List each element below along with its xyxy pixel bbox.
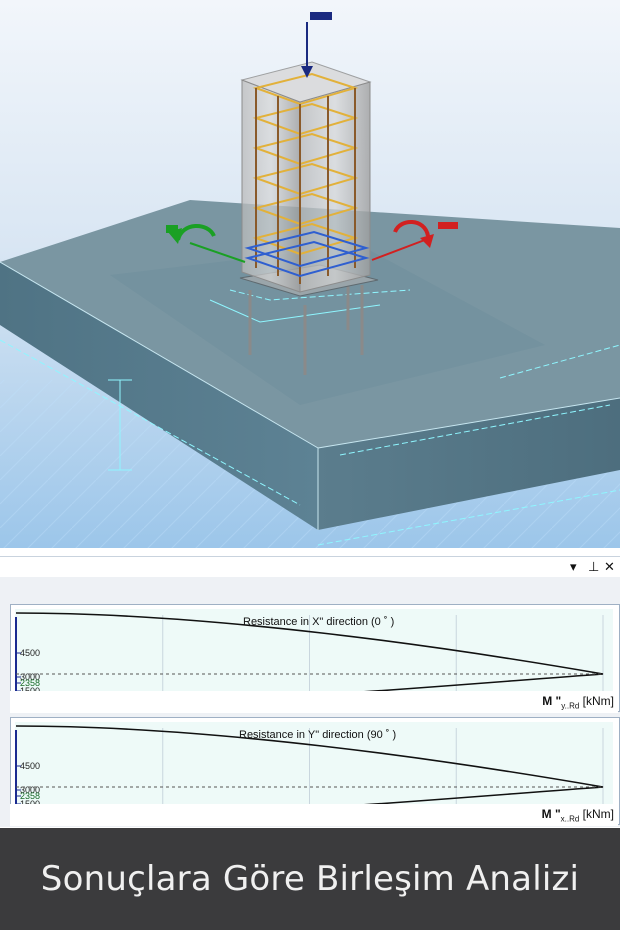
axis-label-unit: [kNm]	[582, 694, 614, 708]
dropdown-icon[interactable]: ▾	[570, 558, 577, 576]
axis-label: M "x..Rd [kNm]	[542, 807, 614, 823]
pin-icon[interactable]: ⊥	[588, 558, 599, 576]
axis-label: M "y..Rd [kNm]	[542, 694, 614, 710]
y-tick-label: 4500	[20, 761, 40, 771]
load-label-icon	[310, 12, 332, 20]
axis-label-main: M "	[542, 694, 562, 708]
axis-label-sub: x..Rd	[560, 814, 580, 824]
column-left-face	[241, 79, 301, 293]
load-label-icon	[438, 222, 458, 229]
3d-scene[interactable]	[0, 0, 620, 548]
axis-label-row: M "y..Rd [kNm]	[10, 691, 618, 713]
results-panel-titlebar: ▾ ⊥ ✕	[0, 556, 620, 577]
axis-label-row: M "x..Rd [kNm]	[10, 804, 618, 826]
3d-viewport[interactable]	[0, 0, 620, 548]
axis-label-main: M "	[541, 807, 561, 821]
axis-label-unit: [kNm]	[582, 807, 614, 821]
y-tick-label: 4500	[20, 648, 40, 658]
results-panel: Resistance in X" direction (0 ˚ ) 4500 30…	[0, 577, 620, 827]
caption-banner: Sonuçlara Göre Birleşim Analizi	[0, 828, 620, 930]
load-label-icon	[166, 225, 178, 233]
caption-text: Sonuçlara Göre Birleşim Analizi	[40, 859, 580, 899]
axis-label-sub: y..Rd	[561, 701, 580, 711]
close-icon[interactable]: ✕	[604, 558, 615, 576]
